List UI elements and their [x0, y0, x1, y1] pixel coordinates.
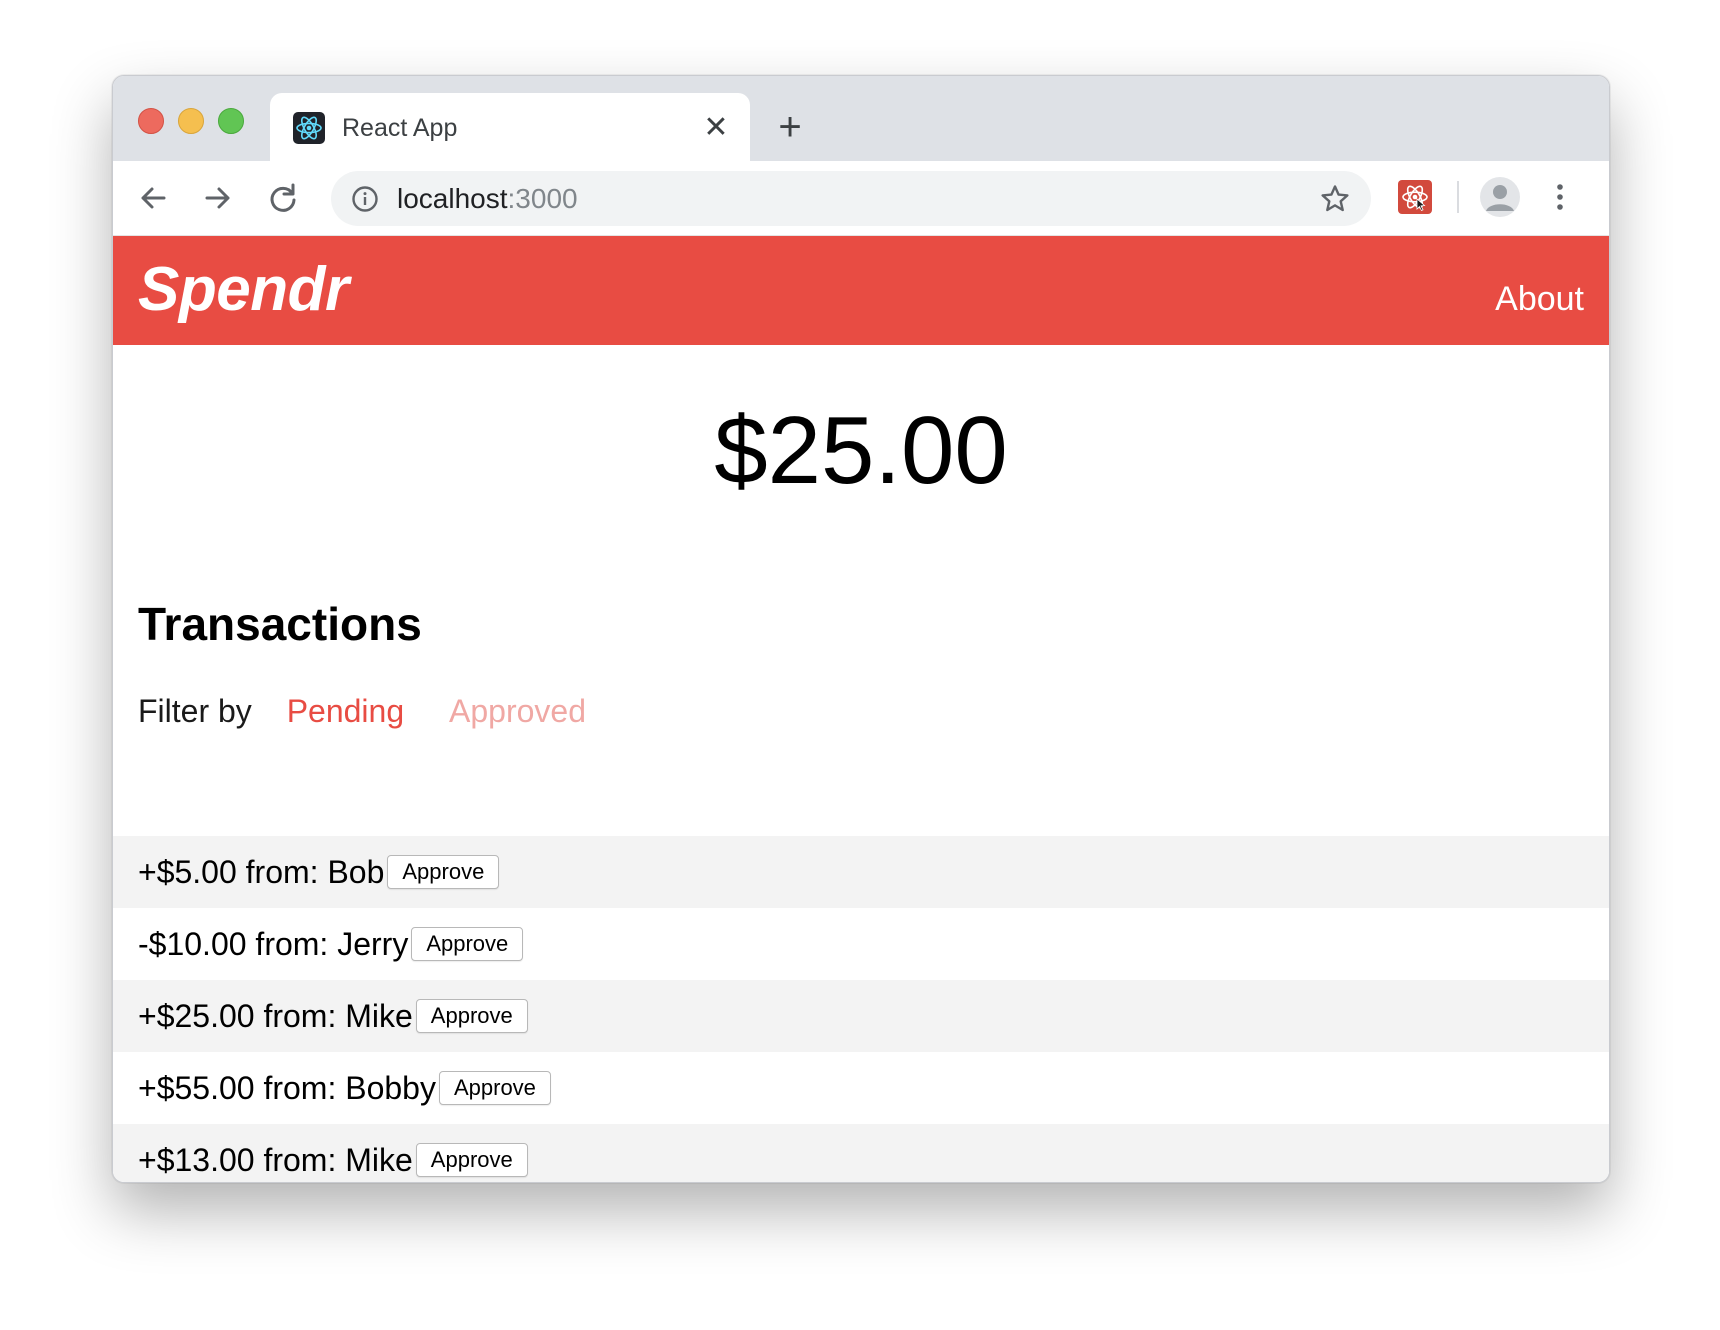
kebab-menu-icon[interactable]	[1553, 177, 1567, 217]
arrow-left-icon[interactable]	[133, 178, 173, 218]
balance-amount: $25.00	[714, 397, 1008, 504]
approve-button[interactable]: Approve	[415, 1143, 528, 1177]
transaction-text: -$10.00 from: Jerry	[138, 925, 409, 962]
approve-button[interactable]: Approve	[438, 1071, 551, 1105]
react-devtools-icon[interactable]	[1398, 180, 1432, 214]
react-logo-icon	[293, 112, 325, 144]
app-header: Spendr About	[113, 236, 1609, 345]
close-icon[interactable]: ✕	[700, 112, 732, 144]
browser-toolbar: localhost:3000	[113, 161, 1609, 236]
page-viewport: Spendr About $25.00 Transactions Filter …	[113, 236, 1609, 1182]
tab-strip: React App ✕ +	[113, 76, 1609, 161]
url-text: localhost:3000	[397, 182, 578, 216]
browser-window: React App ✕ + localhost:3000 Spendr Abou…	[112, 75, 1610, 1183]
brand-logo[interactable]: Spendr	[138, 258, 349, 322]
transaction-text: +$25.00 from: Mike	[138, 997, 413, 1034]
filter-pending[interactable]: Pending	[287, 693, 404, 729]
url-port: :3000	[507, 183, 578, 214]
avatar-icon[interactable]	[1480, 177, 1520, 217]
approve-button[interactable]: Approve	[415, 999, 528, 1033]
maximize-window-button[interactable]	[218, 108, 244, 134]
star-icon[interactable]	[1319, 183, 1351, 215]
transaction-text: +$5.00 from: Bob	[138, 853, 385, 890]
transaction-text: +$55.00 from: Bobby	[138, 1069, 436, 1106]
filter-bar: Filter by Pending Approved	[138, 692, 586, 730]
transaction-text: +$13.00 from: Mike	[138, 1141, 413, 1178]
approve-button[interactable]: Approve	[387, 855, 500, 889]
info-icon[interactable]	[351, 185, 379, 213]
plus-icon[interactable]: +	[770, 107, 810, 149]
transaction-row: +$5.00 from: Bob Approve	[113, 836, 1609, 908]
transaction-row: +$13.00 from: Mike Approve	[113, 1124, 1609, 1182]
transactions-heading: Transactions	[138, 598, 422, 650]
transaction-row: +$25.00 from: Mike Approve	[113, 980, 1609, 1052]
reload-icon[interactable]	[263, 178, 303, 218]
transaction-row: +$55.00 from: Bobby Approve	[113, 1052, 1609, 1124]
approve-button[interactable]: Approve	[411, 927, 524, 961]
filter-label: Filter by	[138, 693, 252, 729]
transactions-list: +$5.00 from: Bob Approve -$10.00 from: J…	[113, 836, 1609, 1182]
filter-approved[interactable]: Approved	[449, 693, 586, 729]
transaction-row: -$10.00 from: Jerry Approve	[113, 908, 1609, 980]
tab-react-app[interactable]: React App ✕	[270, 93, 750, 161]
arrow-right-icon[interactable]	[198, 178, 238, 218]
tab-title: React App	[342, 114, 458, 142]
toolbar-divider	[1457, 181, 1459, 213]
url-host: localhost	[397, 183, 508, 214]
address-bar[interactable]: localhost:3000	[331, 171, 1371, 226]
minimize-window-button[interactable]	[178, 108, 204, 134]
about-link[interactable]: About	[1495, 279, 1584, 319]
close-window-button[interactable]	[138, 108, 164, 134]
